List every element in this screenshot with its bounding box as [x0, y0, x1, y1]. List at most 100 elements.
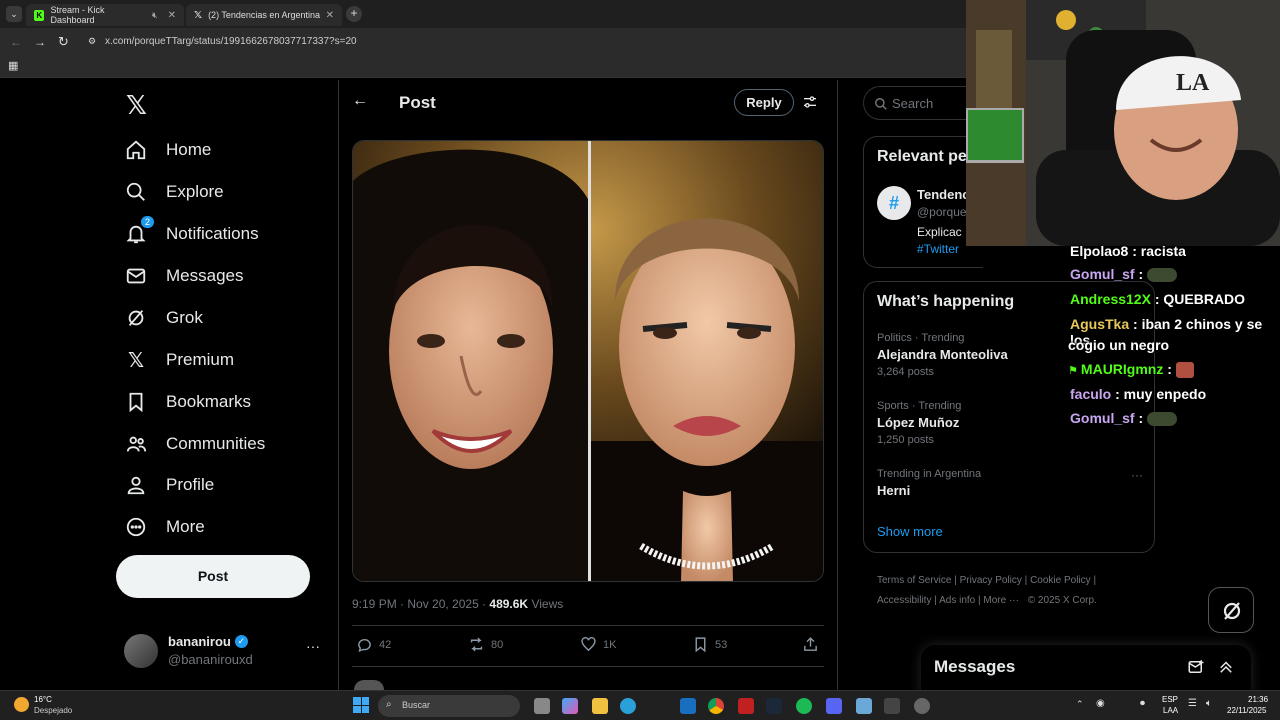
trend-more-icon[interactable]: ··· — [1131, 468, 1143, 482]
nav-more[interactable]: More — [124, 515, 205, 539]
app-icon[interactable] — [856, 698, 872, 714]
repost-action[interactable]: 80 — [468, 636, 503, 653]
post-button[interactable]: Post — [116, 555, 310, 598]
trend-item[interactable]: Sports · Trending López Muñoz 1,250 post… — [877, 400, 961, 446]
outlook-icon[interactable] — [680, 698, 696, 714]
nav-grok[interactable]: Grok — [124, 306, 203, 330]
nav-label: Premium — [166, 350, 235, 369]
url-field[interactable]: x.com/porqueTTarg/status/199166267803771… — [105, 36, 357, 47]
relevant-hashtag[interactable]: #Twitter — [917, 242, 959, 256]
file-explorer-icon[interactable] — [592, 698, 608, 714]
chat-message: Elpolao8 : racista — [1070, 243, 1186, 259]
new-tab-button[interactable]: + — [346, 6, 362, 22]
chat-text: : — [1163, 361, 1176, 377]
app-icon[interactable] — [884, 698, 900, 714]
comment-icon — [358, 639, 371, 653]
grok-floating-button[interactable] — [1208, 587, 1254, 633]
reload-icon[interactable]: ↻ — [58, 34, 69, 50]
heart-icon — [581, 637, 596, 652]
footer-separator: | — [1093, 575, 1097, 586]
close-tab-icon[interactable]: ✕ — [326, 10, 334, 21]
back-arrow-icon[interactable]: ← — [352, 92, 368, 110]
browser-tab-kick[interactable]: K Stream - Kick Dashboard 🔇︎ ✕ — [26, 4, 184, 26]
task-view-icon[interactable] — [534, 698, 550, 714]
search-box[interactable]: Search — [863, 86, 983, 120]
reply-button[interactable]: Reply — [734, 89, 794, 116]
mute-icon[interactable]: 🔇︎ — [152, 10, 158, 21]
discord-icon[interactable] — [826, 698, 842, 714]
relevant-people-title: Relevant pe — [877, 148, 967, 165]
apps-grid-icon[interactable]: ▦ — [8, 59, 18, 72]
nav-communities[interactable]: Communities — [124, 432, 265, 456]
chat-message: Gomul_sf : — [1070, 410, 1178, 427]
footer-link-terms[interactable]: Terms of Service — [877, 575, 951, 586]
chat-message: Gomul_sf : — [1070, 266, 1178, 283]
show-more-link[interactable]: Show more — [877, 524, 943, 539]
post-image[interactable] — [352, 140, 824, 582]
steam-icon[interactable] — [766, 698, 782, 714]
bookmark-action[interactable]: 53 — [692, 636, 727, 653]
forward-icon[interactable]: → — [34, 35, 46, 49]
app-icon[interactable] — [914, 698, 930, 714]
nav-premium[interactable]: 𝕏 Premium — [124, 348, 234, 372]
back-icon[interactable]: ← — [10, 35, 22, 49]
weather-widget[interactable]: 16°C Despejado — [14, 695, 94, 717]
messages-drawer[interactable]: Messages — [921, 645, 1251, 695]
wifi-icon[interactable]: ☰ — [1188, 698, 1197, 709]
svg-text:LA: LA — [1176, 70, 1210, 96]
volume-icon[interactable]: 🔈︎ — [1206, 698, 1212, 709]
clock-time[interactable]: 21:36 — [1248, 695, 1268, 704]
nav-bookmarks[interactable]: Bookmarks — [124, 390, 251, 414]
bookmark-icon — [695, 637, 706, 653]
trend-item[interactable]: Trending in Argentina Herni ··· — [877, 468, 1143, 498]
reply-action[interactable]: 42 — [356, 636, 391, 653]
tray-chevron-icon[interactable]: ⌃ — [1076, 699, 1084, 710]
search-placeholder: Search — [892, 96, 934, 111]
profile-icon — [124, 473, 148, 497]
tab-list-button[interactable]: ⌄ — [6, 6, 22, 22]
trend-item[interactable]: Politics · Trending Alejandra Monteoliva… — [877, 332, 1008, 378]
search-icon — [124, 180, 148, 204]
footer-links: Terms of Service | Privacy Policy | Cook… — [877, 571, 1137, 611]
start-button[interactable] — [353, 697, 369, 713]
relevant-avatar[interactable]: # — [877, 186, 911, 220]
network-icon[interactable]: ◉ — [1096, 698, 1105, 709]
mic-icon[interactable]: ⏺ — [1140, 698, 1145, 709]
messages-drawer-title: Messages — [934, 657, 1016, 676]
nav-messages[interactable]: Messages — [124, 264, 243, 288]
browser-tab-x[interactable]: 𝕏 (2) Tendencias en Argentina on ✕ — [186, 4, 342, 26]
views-label: Views — [528, 597, 564, 611]
nav-label: Communities — [166, 434, 266, 453]
expand-up-icon[interactable] — [1217, 658, 1235, 676]
footer-link-more[interactable]: More ··· — [983, 595, 1019, 606]
nav-profile[interactable]: Profile — [124, 473, 214, 497]
copilot-icon[interactable] — [562, 698, 578, 714]
footer-link-privacy[interactable]: Privacy Policy — [960, 575, 1022, 586]
footer-link-cookie[interactable]: Cookie Policy — [1030, 575, 1091, 586]
share-icon[interactable] — [802, 636, 819, 656]
app-red-icon[interactable] — [738, 698, 754, 714]
like-action[interactable]: 1K — [580, 636, 616, 653]
relevant-name[interactable]: Tendenc — [917, 187, 970, 202]
post-actions: 42 80 1K 53 — [352, 636, 824, 658]
footer-link-ads[interactable]: Ads info — [939, 595, 975, 606]
taskbar-search[interactable]: ⌕ Buscar — [378, 695, 520, 717]
chat-message: faculo : muy enpedo — [1070, 386, 1206, 402]
account-more-icon[interactable]: ··· — [306, 638, 320, 654]
chrome-icon[interactable] — [708, 698, 724, 714]
site-info-icon[interactable]: ⚙︎ — [88, 36, 96, 47]
sliders-icon[interactable] — [802, 94, 818, 115]
spotify-icon[interactable] — [796, 698, 812, 714]
account-switcher[interactable]: bananirou ✓ @bananirouxd ··· — [124, 632, 324, 670]
x-logo-icon[interactable]: 𝕏 — [126, 90, 147, 121]
nav-notifications[interactable]: 2 Notifications — [124, 216, 259, 246]
close-tab-icon[interactable]: ✕ — [168, 10, 176, 21]
language-indicator[interactable]: ESP — [1162, 695, 1178, 704]
chat-text: : — [1134, 266, 1148, 282]
edge-icon[interactable] — [620, 698, 636, 714]
nav-home[interactable]: Home — [124, 138, 211, 162]
new-message-icon[interactable] — [1187, 658, 1205, 676]
nav-explore[interactable]: Explore — [124, 180, 224, 204]
footer-link-accessibility[interactable]: Accessibility — [877, 595, 931, 606]
post-timestamp[interactable]: 9:19 PM · Nov 20, 2025 · — [352, 597, 489, 611]
